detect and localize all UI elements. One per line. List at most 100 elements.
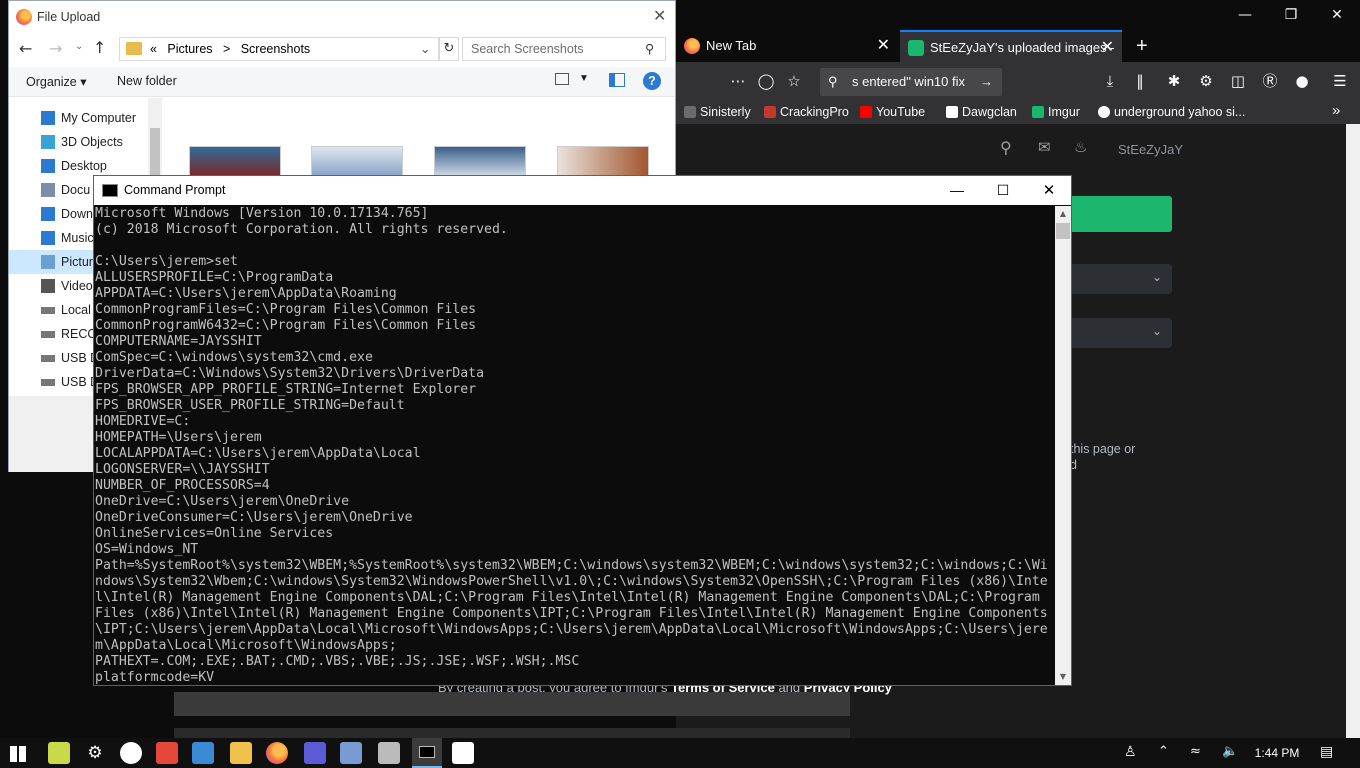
scroll-thumb[interactable] xyxy=(1056,223,1070,239)
bookmark-label: Dawgclan xyxy=(962,105,1017,119)
close-tab-icon[interactable]: ✕ xyxy=(1101,32,1114,64)
back-arrow-icon[interactable]: ← xyxy=(19,39,32,58)
close-button[interactable]: ✕ xyxy=(1034,176,1064,205)
scroll-down-icon[interactable]: ▼ xyxy=(1055,669,1071,685)
notification-bell-icon[interactable]: ♨ xyxy=(1074,138,1087,156)
up-arrow-icon[interactable]: ↑ xyxy=(93,38,106,57)
username[interactable]: StEeZyJaY xyxy=(1118,142,1183,157)
chevron-down-icon[interactable]: ⌄ xyxy=(420,38,430,60)
bookmark-imgur[interactable]: Imgur xyxy=(1032,103,1080,121)
account-avatar-icon[interactable]: ● xyxy=(1288,67,1316,95)
nav-label: Music xyxy=(61,231,94,245)
library-icon[interactable]: ‖ xyxy=(1126,67,1154,95)
app-icon[interactable] xyxy=(340,742,362,764)
maximize-button[interactable]: ❐ xyxy=(1268,0,1314,30)
tab-label: StEeZyJaY's uploaded images - xyxy=(930,40,1115,55)
console-output[interactable]: Microsoft Windows [Version 10.0.17134.76… xyxy=(94,206,1056,686)
file-thumbnail[interactable] xyxy=(434,146,526,176)
new-tab-button[interactable]: + xyxy=(1128,30,1158,62)
action-center-icon[interactable]: ▤ xyxy=(1320,744,1333,760)
chat-icon[interactable]: ✉ xyxy=(1038,138,1051,156)
minimize-button[interactable]: — xyxy=(1222,0,1268,30)
breadcrumb-screenshots[interactable]: Screenshots xyxy=(241,42,310,56)
breadcrumb-overflow[interactable]: « xyxy=(150,42,157,56)
wikipedia-icon[interactable]: Ⓡ xyxy=(1256,67,1284,95)
volume-icon[interactable]: 🔈 xyxy=(1222,744,1238,759)
itunes-icon[interactable] xyxy=(120,742,142,764)
downloads-icon[interactable]: ⤓ xyxy=(1096,67,1124,95)
chevron-up-icon[interactable]: ⌃ xyxy=(1158,744,1169,759)
file-thumbnail[interactable] xyxy=(311,146,403,176)
search-icon[interactable]: ⚲ xyxy=(1000,138,1012,157)
bookmark-youtube[interactable]: YouTube xyxy=(860,103,925,121)
search-input[interactable]: Search Screenshots ⚲ xyxy=(462,37,666,61)
nav-item-my-computer[interactable]: My Computer xyxy=(9,106,161,130)
new-post-button[interactable] xyxy=(1066,196,1172,232)
breadcrumb-pictures[interactable]: Pictures xyxy=(167,42,212,56)
sidebar-icon[interactable]: ◫ xyxy=(1224,67,1252,95)
console-scrollbar[interactable]: ▲ ▼ xyxy=(1055,206,1071,685)
cube-icon xyxy=(41,135,55,149)
app-icon[interactable] xyxy=(156,742,178,764)
bookmark-underground-yahoo[interactable]: underground yahoo si... xyxy=(1098,103,1245,121)
more-bookmarks-icon[interactable]: » xyxy=(1332,102,1340,119)
bookmark-sinisterly[interactable]: Sinisterly xyxy=(684,103,751,121)
nav-item-3d-objects[interactable]: 3D Objects xyxy=(9,130,161,154)
console-line: NUMBER_OF_PROCESSORS=4 xyxy=(95,478,270,493)
tab-imgur-uploads[interactable]: StEeZyJaY's uploaded images - ✕ xyxy=(900,30,1122,62)
console-line: Microsoft Windows [Version 10.0.17134.76… xyxy=(95,206,429,221)
scroll-up-icon[interactable]: ▲ xyxy=(1055,206,1071,222)
solitaire-icon[interactable] xyxy=(452,742,474,764)
maximize-button[interactable]: ☐ xyxy=(988,176,1018,205)
refresh-button[interactable]: ↻ xyxy=(439,37,459,61)
gear-icon[interactable]: ⚙ xyxy=(1192,67,1220,95)
menu-icon[interactable]: ☰ xyxy=(1326,67,1354,95)
page-scrollbar[interactable] xyxy=(1346,124,1360,738)
crackingpro-icon xyxy=(764,106,776,118)
dropdown-select[interactable]: ⌄ xyxy=(1066,318,1172,348)
console-line: ALLUSERSPROFILE=C:\ProgramData xyxy=(95,270,334,285)
dropdown-select[interactable]: ⌄ xyxy=(1066,264,1172,294)
taskbar-cmd-button[interactable] xyxy=(412,738,442,768)
image-thumbnail-strip xyxy=(174,728,850,738)
organize-button[interactable]: Organize ▾ xyxy=(26,74,86,89)
close-icon[interactable]: ✕ xyxy=(653,1,666,33)
folder-icon[interactable] xyxy=(230,742,252,764)
google-icon xyxy=(1098,106,1110,118)
firefox-icon[interactable] xyxy=(266,742,288,764)
new-folder-button[interactable]: New folder xyxy=(117,74,177,88)
pocket-icon[interactable]: ◯ xyxy=(752,67,780,95)
start-icon[interactable] xyxy=(10,746,26,762)
app-icon[interactable] xyxy=(48,742,70,764)
close-window-button[interactable]: ✕ xyxy=(1314,0,1360,30)
app-icon[interactable] xyxy=(378,742,400,764)
minimize-button[interactable]: — xyxy=(942,176,972,205)
office-icon[interactable] xyxy=(192,742,214,764)
people-icon[interactable]: ♙ xyxy=(1124,744,1137,760)
usb-drive-icon xyxy=(41,355,55,362)
recent-locations-icon[interactable]: ⌄ xyxy=(75,41,83,52)
preview-pane-icon[interactable] xyxy=(609,73,625,87)
close-tab-icon[interactable]: ✕ xyxy=(877,30,890,62)
bookmark-dawgclan[interactable]: Dawgclan xyxy=(946,103,1017,121)
page-actions-icon[interactable]: ⋯ xyxy=(724,67,752,95)
address-breadcrumb[interactable]: « Pictures > Screenshots ⌄ xyxy=(119,37,439,61)
forward-arrow-icon[interactable]: → xyxy=(49,39,62,58)
bookmark-star-icon[interactable]: ☆ xyxy=(780,67,808,95)
download-icon xyxy=(41,207,55,221)
go-arrow-icon[interactable]: → xyxy=(980,68,993,96)
app-icon[interactable] xyxy=(304,742,326,764)
url-bar[interactable]: ⚲ s entered" win10 fix → xyxy=(820,68,1002,96)
bookmark-crackingpro[interactable]: CrackingPro xyxy=(764,103,849,121)
clock[interactable]: 1:44 PM xyxy=(1252,738,1302,768)
console-line: HOMEPATH=\Users\jerem xyxy=(95,430,262,445)
extensions-icon[interactable]: ✱ xyxy=(1160,67,1188,95)
wifi-icon[interactable]: ≈ xyxy=(1190,744,1201,759)
file-thumbnail[interactable] xyxy=(557,146,649,176)
file-thumbnail[interactable] xyxy=(189,146,281,176)
view-options-icon[interactable] xyxy=(555,73,569,85)
gear-icon[interactable]: ⚙ xyxy=(84,742,106,764)
tab-new-tab[interactable]: New Tab ✕ xyxy=(676,30,898,62)
chevron-down-icon[interactable]: ▼ xyxy=(579,73,589,84)
help-icon[interactable]: ? xyxy=(643,72,661,90)
